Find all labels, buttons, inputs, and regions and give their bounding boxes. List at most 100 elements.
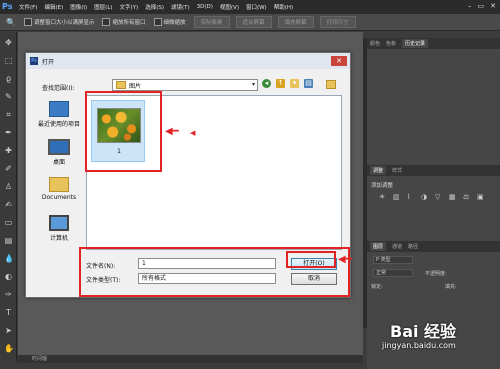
opacity-label: 不透明度: xyxy=(425,271,447,277)
brush-tool-icon[interactable]: ✐ xyxy=(4,164,13,173)
recent-icon xyxy=(49,101,69,117)
hand-tool-icon[interactable]: ✋ xyxy=(4,344,14,353)
place-documents[interactable]: Documents xyxy=(34,177,84,201)
menu-view[interactable]: 视图(V) xyxy=(220,3,239,11)
type-tool-icon[interactable]: T xyxy=(4,308,13,317)
tab-color[interactable]: 颜色 xyxy=(370,40,380,47)
lock-label: 锁定: xyxy=(371,284,383,290)
computer-icon xyxy=(49,215,69,231)
fit-screen-button[interactable]: 适合屏幕 xyxy=(235,16,272,28)
menu-filter[interactable]: 滤镜(T) xyxy=(171,3,190,11)
back-icon[interactable]: ◂ xyxy=(262,79,271,88)
exposure-icon[interactable]: ◑ xyxy=(421,193,430,201)
path-select-tool-icon[interactable]: ➤ xyxy=(4,326,13,335)
layer-kind-filter[interactable]: P 类型 xyxy=(373,256,413,264)
arrow-left-small-icon: ◀ xyxy=(190,129,196,137)
chevron-down-icon: ▾ xyxy=(251,81,255,88)
place-recent[interactable]: 最近使用的项目 xyxy=(34,101,84,128)
up-folder-icon[interactable]: ↑ xyxy=(276,79,285,88)
menu-3d[interactable]: 3D(D) xyxy=(197,4,213,10)
new-folder-icon[interactable]: ✦ xyxy=(290,79,299,88)
tab-styles[interactable]: 样式 xyxy=(392,167,402,174)
dodge-tool-icon[interactable]: ◐ xyxy=(4,272,13,281)
check-label: 缩放所有窗口 xyxy=(112,20,146,26)
eyedropper-tool-icon[interactable]: ✒ xyxy=(4,128,13,137)
move-tool-icon[interactable]: ✥ xyxy=(4,38,13,47)
black-white-icon[interactable]: ▣ xyxy=(477,193,486,201)
options-bar: 🔍 调整窗口大小以满屏显示 缩放所有窗口 细微缩放 实际像素 适合屏幕 填充屏幕… xyxy=(0,14,500,31)
place-desktop[interactable]: 桌面 xyxy=(34,139,84,166)
hue-saturation-icon[interactable]: ▦ xyxy=(449,193,458,201)
baidu-watermark: Bai 经验 xyxy=(390,322,457,341)
adjustments-panel-tabs: 调整 样式 xyxy=(367,165,500,176)
gradient-tool-icon[interactable]: ▤ xyxy=(4,236,13,245)
window-controls: – ▭ ✕ xyxy=(468,2,496,10)
menu-file[interactable]: 文件(F) xyxy=(19,3,37,11)
timeline-bar[interactable]: 时间轴 xyxy=(18,355,363,363)
menu-help[interactable]: 帮助(H) xyxy=(274,3,293,11)
minimize-button[interactable]: – xyxy=(468,2,472,10)
navigation-icons: ◂ ↑ ✦ ▤ xyxy=(262,79,313,88)
look-in-label: 查找范围(I): xyxy=(42,85,75,92)
crop-tool-icon[interactable]: ⌗ xyxy=(4,110,13,119)
photoshop-logo: Ps xyxy=(2,2,13,11)
menu-image[interactable]: 图像(I) xyxy=(70,3,87,11)
blend-mode-select[interactable]: 正常 xyxy=(373,269,413,277)
arrow-left-to-open-icon: ◀━ xyxy=(338,254,352,265)
place-label: 最近使用的项目 xyxy=(37,121,80,128)
stamp-tool-icon[interactable]: ♙ xyxy=(4,182,13,191)
menu-type[interactable]: 文字(Y) xyxy=(120,3,139,11)
fill-label: 填充: xyxy=(445,284,457,290)
brightness-icon[interactable]: ☀ xyxy=(379,193,388,201)
place-label: 桌面 xyxy=(52,159,65,166)
tab-swatches[interactable]: 色板 xyxy=(386,40,396,47)
create-folder-icon[interactable] xyxy=(326,80,336,89)
color-balance-icon[interactable]: ⚖ xyxy=(463,193,472,201)
marquee-tool-icon[interactable]: ⬚ xyxy=(4,56,13,65)
look-in-select[interactable]: 图片 ▾ xyxy=(112,79,258,91)
baidu-watermark-url: jingyan.baidu.com xyxy=(382,341,456,350)
pen-tool-icon[interactable]: ✑ xyxy=(4,290,13,299)
menu-layer[interactable]: 图层(L) xyxy=(94,3,112,11)
scrubby-zoom-check[interactable]: 细微缩放 xyxy=(153,18,186,26)
fill-screen-button[interactable]: 填充屏幕 xyxy=(277,16,314,28)
adjustment-icons: ☀ ▥ ⌇ ◑ ▽ ▦ ⚖ ▣ xyxy=(379,193,486,201)
tab-paths[interactable]: 路径 xyxy=(408,243,418,250)
checkbox-icon xyxy=(102,18,111,26)
desktop-icon xyxy=(48,139,70,155)
close-window-button[interactable]: ✕ xyxy=(490,2,496,10)
tools-panel: ✥ ⬚ ϱ ✎ ⌗ ✒ ✚ ✐ ♙ ✍ ▭ ▤ 💧 ◐ ✑ T ➤ ✋ xyxy=(0,32,17,362)
history-panel-tabs: 颜色 色板 历史记录 xyxy=(367,38,500,49)
healing-tool-icon[interactable]: ✚ xyxy=(4,146,13,155)
history-brush-tool-icon[interactable]: ✍ xyxy=(4,200,13,209)
look-in-value: 图片 xyxy=(129,82,142,90)
menu-select[interactable]: 选择(S) xyxy=(145,3,164,11)
print-size-button[interactable]: 打印尺寸 xyxy=(319,16,356,28)
resize-windows-check[interactable]: 调整窗口大小以满屏显示 xyxy=(23,18,94,26)
zoom-tool-icon: 🔍 xyxy=(6,17,16,27)
dialog-close-button[interactable]: ✕ xyxy=(331,56,347,66)
blur-tool-icon[interactable]: 💧 xyxy=(4,254,14,263)
place-computer[interactable]: 计算机 xyxy=(34,215,84,242)
folder-icon xyxy=(116,81,126,89)
vibrance-icon[interactable]: ▽ xyxy=(435,193,444,201)
lasso-tool-icon[interactable]: ϱ xyxy=(4,74,13,83)
tab-layers[interactable]: 图层 xyxy=(370,242,387,251)
levels-icon[interactable]: ▥ xyxy=(393,193,402,201)
actual-pixels-button[interactable]: 实际像素 xyxy=(193,16,230,28)
tab-history[interactable]: 历史记录 xyxy=(402,39,429,48)
places-bar: 最近使用的项目 桌面 Documents 计算机 xyxy=(34,95,84,265)
eraser-tool-icon[interactable]: ▭ xyxy=(4,218,13,227)
arrow-left-icon: ◀━ xyxy=(165,126,179,137)
zoom-all-windows-check[interactable]: 缩放所有窗口 xyxy=(102,18,146,26)
quick-select-tool-icon[interactable]: ✎ xyxy=(4,92,13,101)
place-label: Documents xyxy=(41,194,77,201)
tab-adjustments[interactable]: 调整 xyxy=(370,166,387,175)
curves-icon[interactable]: ⌇ xyxy=(407,193,416,201)
add-adjustment-title: 添加调整 xyxy=(371,183,394,189)
menu-window[interactable]: 窗口(W) xyxy=(246,3,267,11)
tab-channels[interactable]: 通道 xyxy=(392,243,402,250)
view-menu-icon[interactable]: ▤ xyxy=(304,79,313,88)
menu-edit[interactable]: 编辑(E) xyxy=(44,3,63,11)
maximize-button[interactable]: ▭ xyxy=(478,2,485,10)
